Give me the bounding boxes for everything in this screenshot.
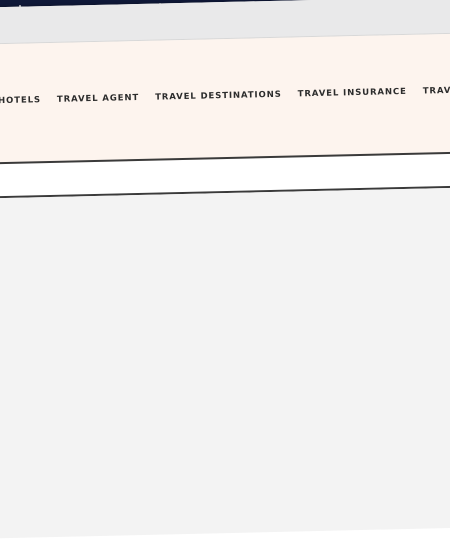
nav-item-travel-agent[interactable]: TRAVEL AGENT [57,93,139,105]
nav-item-hotels[interactable]: HOTELS [0,95,41,106]
nav-item-travel-news[interactable]: TRAVEL NEWS [423,85,450,97]
nav-item-travel-insurance[interactable]: TRAVEL INSURANCE [298,87,407,99]
main-navigation: HOTELS TRAVEL AGENT TRAVEL DESTINATIONS … [0,84,450,107]
browser-window: HOTELS TRAVEL AGENT TRAVEL DESTINATIONS … [0,0,450,539]
main-content-area [0,186,450,539]
site-header: HOTELS TRAVEL AGENT TRAVEL DESTINATIONS … [0,32,450,165]
nav-item-travel-destinations[interactable]: TRAVEL DESTINATIONS [155,90,282,103]
